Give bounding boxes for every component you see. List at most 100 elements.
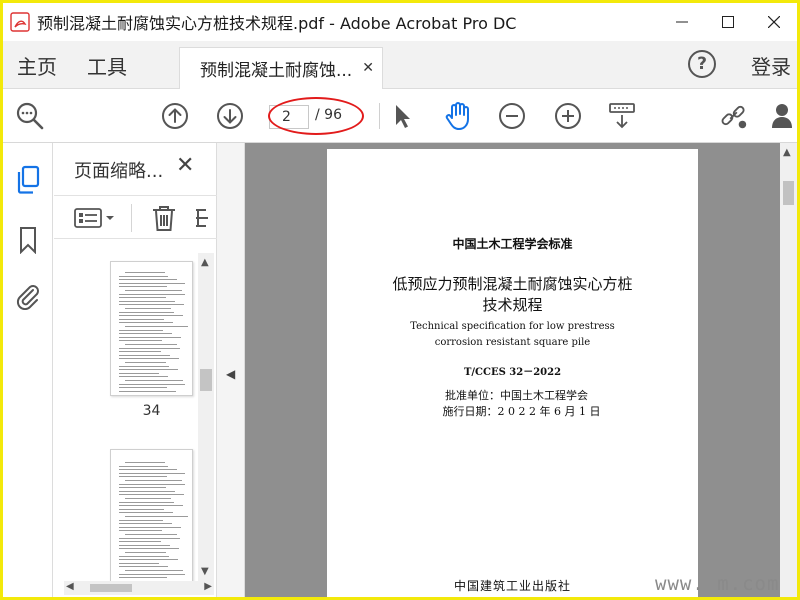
thumbnail-text-line — [119, 490, 175, 492]
page-thumbnail[interactable] — [110, 449, 193, 583]
search-icon — [16, 102, 44, 130]
page-number-input[interactable]: 2 — [269, 105, 309, 129]
share-people-button[interactable] — [769, 101, 797, 131]
document-tab-label: 预制混凝土耐腐蚀... — [200, 61, 353, 81]
thumbnail-text-line — [125, 534, 177, 535]
bookmarks-button[interactable] — [13, 225, 43, 255]
document-scrollbar-thumb[interactable] — [783, 181, 794, 205]
thumbnail-text-line — [119, 530, 162, 532]
share-link-button[interactable] — [719, 101, 749, 131]
thumbnail-text-line — [119, 369, 178, 371]
maximize-icon — [722, 16, 734, 28]
english-title-line2: corrosion resistant square pile — [434, 337, 591, 348]
previous-page-button[interactable] — [160, 101, 190, 131]
thumbnail-text-line — [119, 286, 167, 288]
select-tool-button[interactable] — [387, 101, 417, 131]
keyboard-scroll-icon — [609, 103, 635, 129]
thumbnail-text-line — [119, 304, 184, 306]
list-options-icon — [74, 208, 114, 228]
close-panel-icon[interactable]: ✕ — [176, 153, 194, 178]
scroll-mode-button[interactable] — [607, 101, 637, 131]
thumbnail-page-label: 34 — [142, 403, 161, 419]
maximize-button[interactable] — [705, 3, 751, 41]
thumbnail-text-line — [119, 376, 168, 378]
collapse-panel-icon[interactable]: ◀ — [226, 367, 235, 381]
zoom-out-button[interactable] — [497, 101, 527, 131]
tab-document[interactable]: 预制混凝土耐腐蚀... ✕ — [179, 47, 383, 89]
close-window-button[interactable] — [751, 3, 797, 41]
thumbnail-text-line — [119, 573, 185, 575]
page-thumbnails-button[interactable] — [13, 165, 43, 195]
tab-home[interactable]: 主页 — [17, 41, 57, 89]
thumbnail-text-line — [119, 383, 185, 385]
zoom-in-button[interactable] — [553, 101, 583, 131]
thumbnail-text-line — [125, 344, 177, 345]
thumbnail-text-line — [119, 541, 161, 543]
page-thumbnail[interactable] — [110, 261, 193, 396]
thumbnail-text-line — [119, 351, 161, 353]
attachments-button[interactable] — [13, 281, 43, 311]
thumbnail-options-button[interactable] — [74, 206, 120, 230]
thumbnail-text-line — [119, 487, 166, 489]
horizontal-scrollbar-thumb[interactable] — [90, 584, 132, 592]
thumbnail-text-line — [119, 282, 185, 284]
thumbnail-text-line — [119, 526, 181, 528]
thumbnail-text-line — [125, 498, 171, 499]
insert-page-button[interactable] — [194, 204, 214, 232]
cursor-arrow-icon — [396, 105, 410, 128]
thumbnail-text-line — [125, 516, 188, 517]
hand-icon — [445, 102, 469, 130]
panel-collapse-strip: ◀ — [217, 143, 245, 597]
thumbnail-text-line — [119, 544, 170, 546]
english-title-line1: Technical specification for low prestres… — [410, 321, 615, 332]
thumbnail-text-line — [119, 358, 179, 360]
thumbnail-list: 34 — [54, 253, 217, 583]
scroll-right-icon[interactable]: ▶ — [204, 581, 212, 592]
close-tab-icon[interactable]: ✕ — [362, 60, 374, 76]
thumbnail-scrollbar[interactable]: ▲ ▼ — [198, 253, 214, 581]
minimize-button[interactable] — [659, 3, 705, 41]
link-icon — [721, 105, 747, 129]
thumbnail-text-line — [125, 362, 166, 363]
thumbnail-text-line — [119, 523, 172, 525]
thumbnail-text-line — [119, 548, 179, 550]
thumbnail-text-line — [119, 333, 172, 335]
search-button[interactable] — [15, 101, 45, 131]
thumbnail-text-line — [119, 559, 178, 561]
thumbnail-text-line — [119, 512, 173, 514]
thumbnail-text-line — [119, 329, 163, 331]
scroll-down-icon[interactable]: ▼ — [201, 566, 209, 577]
delete-page-button[interactable] — [150, 204, 178, 232]
zoom-in-icon — [555, 103, 581, 129]
document-view: 中国土木工程学会标准 低预应力预制混凝土耐腐蚀实心方桩 技术规程 Technic… — [245, 143, 780, 597]
thumbnail-text-line — [119, 494, 184, 496]
thumbnail-text-line — [119, 311, 174, 313]
standard-code: T/CCES 32－2022 — [463, 367, 562, 378]
acrobat-window: 预制混凝土耐腐蚀实心方桩技术规程.pdf - Adobe Acrobat Pro… — [3, 3, 797, 597]
tab-tools[interactable]: 工具 — [87, 41, 127, 89]
panel-toolbar — [54, 195, 217, 239]
thumbnail-text-line — [125, 326, 188, 327]
thumbnail-text-line — [119, 300, 175, 302]
thumbnail-horizontal-scrollbar[interactable]: ◀ ▶ — [64, 581, 214, 595]
thumbnail-text-line — [119, 465, 168, 467]
hand-tool-button[interactable] — [443, 101, 473, 131]
thumbnail-text-line — [119, 476, 167, 478]
left-rail — [3, 143, 53, 597]
thumbnail-scrollbar-thumb[interactable] — [200, 369, 212, 391]
arrow-up-circle-icon — [162, 103, 188, 129]
insert-page-icon — [196, 209, 208, 227]
thumbnail-text-line — [125, 552, 166, 553]
minimize-icon — [676, 21, 688, 23]
thumbnail-text-line — [119, 340, 162, 342]
scroll-up-icon[interactable]: ▲ — [201, 257, 209, 268]
scroll-up-icon[interactable]: ▲ — [783, 147, 791, 158]
scroll-left-icon[interactable]: ◀ — [66, 581, 74, 592]
thumbnail-text-line — [119, 318, 164, 320]
help-button[interactable]: ? — [688, 50, 716, 78]
login-button[interactable]: 登录 — [751, 41, 791, 89]
document-scrollbar[interactable]: ▲ — [780, 143, 797, 597]
panel-title: 页面缩略... — [74, 161, 164, 182]
title-bar: 预制混凝土耐腐蚀实心方桩技术规程.pdf - Adobe Acrobat Pro… — [3, 3, 797, 41]
next-page-button[interactable] — [215, 101, 245, 131]
